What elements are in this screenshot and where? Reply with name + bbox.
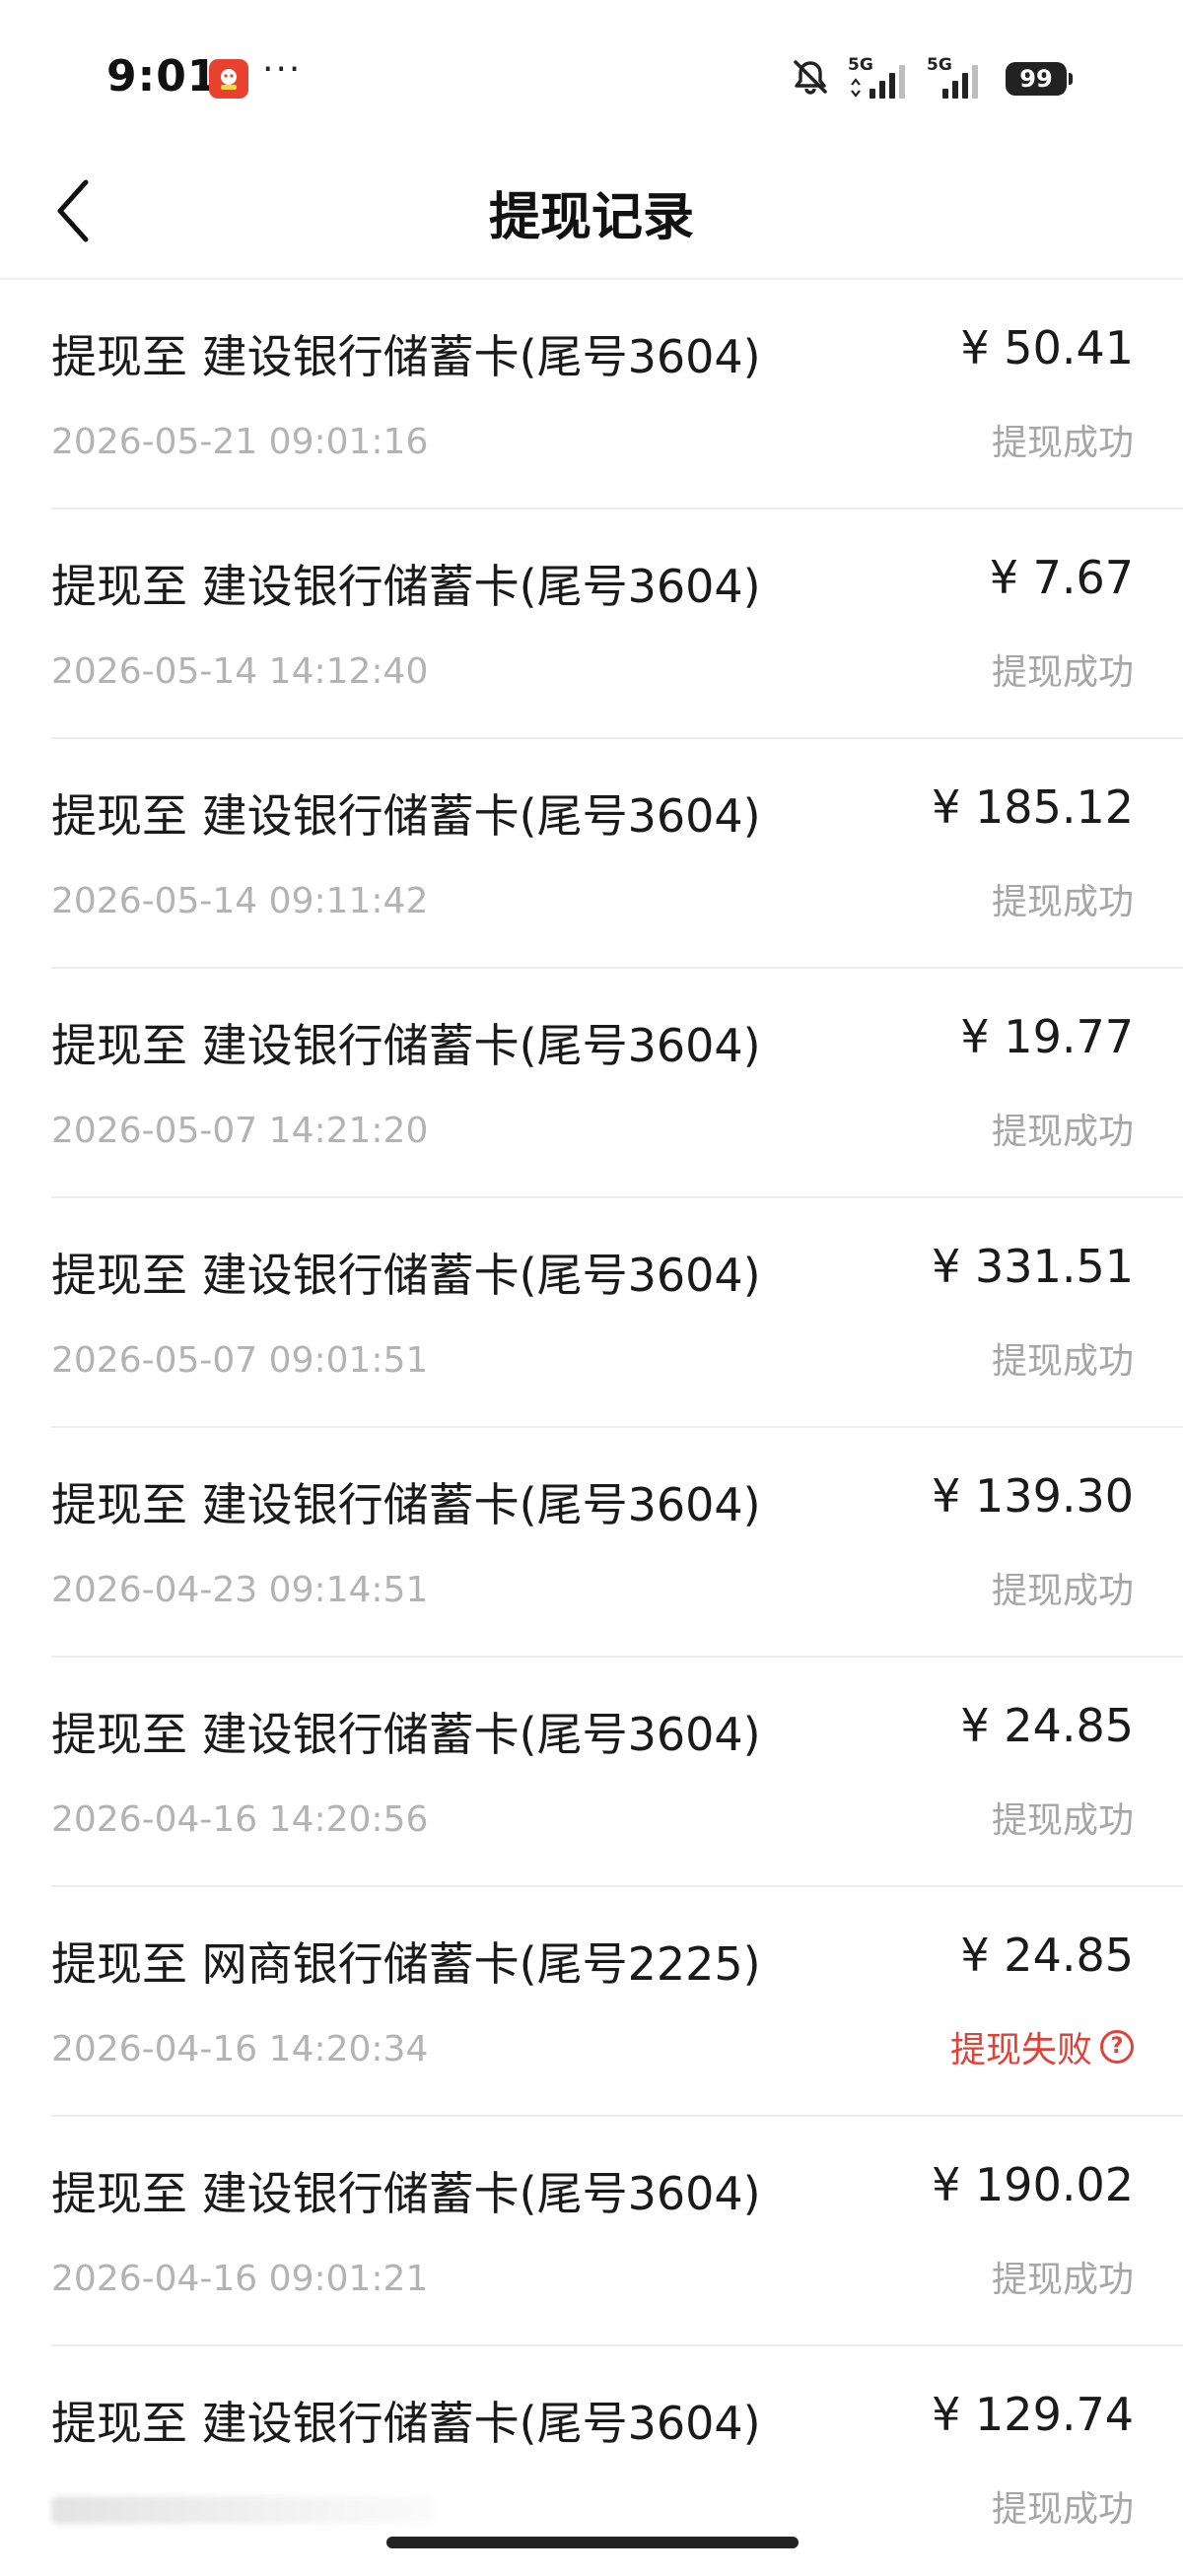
- page-title: 提现记录: [488, 188, 694, 247]
- withdrawal-record-row[interactable]: 提现至 建设银行储蓄卡(尾号3604) 2026-05-07 14:21:20 …: [51, 969, 1183, 1198]
- record-status-text: 提现成功: [991, 1341, 1134, 1382]
- record-status-text: 提现成功: [991, 423, 1134, 463]
- record-date: 2026-05-14 09:11:42: [51, 881, 429, 921]
- question-circle-icon[interactable]: ?: [1100, 2030, 1134, 2064]
- record-amount: ¥ 190.02: [932, 2158, 1134, 2211]
- record-status: 提现成功: [992, 1332, 1134, 1384]
- record-amount: ¥ 331.51: [932, 1240, 1134, 1293]
- withdrawal-record-row[interactable]: 提现至 建设银行储蓄卡(尾号3604) 2026-05-21 09:01:16 …: [51, 280, 1183, 509]
- app-notification-icon: [209, 59, 248, 99]
- record-date: 2026-04-23 09:14:51: [51, 1570, 429, 1610]
- status-time: 9:01: [106, 51, 219, 102]
- record-status: 提现成功: [992, 1103, 1134, 1154]
- record-amount: ¥ 24.85: [960, 1699, 1134, 1752]
- record-date: 2026-04-16 09:01:21: [51, 2259, 429, 2299]
- record-status-text: 提现成功: [991, 1571, 1134, 1611]
- home-indicator[interactable]: [386, 2537, 799, 2548]
- record-amount: ¥ 139.30: [932, 1469, 1134, 1523]
- record-date: 2026-04-16 14:20:56: [51, 1799, 429, 1840]
- record-amount: ¥ 19.77: [960, 1010, 1134, 1063]
- record-status: 提现成功: [992, 2251, 1134, 2302]
- record-amount: ¥ 185.12: [932, 780, 1134, 834]
- record-date: 2026-05-21 09:01:16: [51, 422, 429, 462]
- record-title: 提现至 网商银行储蓄卡(尾号2225): [51, 1937, 761, 1991]
- record-title: 提现至 建设银行储蓄卡(尾号3604): [51, 2167, 761, 2220]
- record-date: 2026-05-07 09:01:51: [51, 1340, 429, 1381]
- record-status: 提现成功: [992, 644, 1134, 695]
- withdrawal-record-row[interactable]: 提现至 建设银行储蓄卡(尾号3604) 2026-04-16 09:01:21 …: [51, 2117, 1183, 2346]
- record-status-text: 提现成功: [991, 882, 1134, 922]
- record-amount: ¥ 129.74: [932, 2388, 1134, 2441]
- record-status-text: 提现成功: [991, 2489, 1134, 2530]
- status-bar: 9:01 ··· 5G 5G 99: [0, 0, 1183, 148]
- withdrawal-record-row-failed[interactable]: 提现至 网商银行储蓄卡(尾号2225) 2026-04-16 14:20:34 …: [51, 1887, 1183, 2117]
- record-status-failed[interactable]: 提现失败 ?: [950, 2021, 1134, 2072]
- record-amount: ¥ 50.41: [960, 321, 1134, 374]
- record-title: 提现至 建设银行储蓄卡(尾号3604): [51, 1249, 761, 1302]
- withdrawal-record-row[interactable]: 提现至 建设银行储蓄卡(尾号3604) 2026-05-14 14:12:40 …: [51, 509, 1183, 739]
- record-status-text: 提现成功: [991, 2260, 1134, 2300]
- record-status-text: 提现成功: [991, 652, 1134, 693]
- cellular-signal-icon: 5G: [848, 55, 911, 102]
- record-amount: ¥ 7.67: [989, 551, 1134, 604]
- record-status: 提现成功: [992, 873, 1134, 924]
- record-status-text: 提现失败: [949, 2030, 1092, 2070]
- record-status: 提现成功: [992, 2480, 1134, 2532]
- record-title: 提现至 建设银行储蓄卡(尾号3604): [51, 2397, 761, 2450]
- status-indicators: 5G 5G 99: [789, 55, 1073, 102]
- record-title: 提现至 建设银行储蓄卡(尾号3604): [51, 1708, 761, 1761]
- withdrawal-record-row[interactable]: 提现至 建设银行储蓄卡(尾号3604) 2026-05-07 09:01:51 …: [51, 1198, 1183, 1428]
- record-date: 2026-04-16 14:20:34: [51, 2029, 429, 2069]
- withdrawal-record-row[interactable]: 提现至 建设银行储蓄卡(尾号3604) 2026-04-23 09:14:51 …: [51, 1428, 1183, 1658]
- record-title: 提现至 建设银行储蓄卡(尾号3604): [51, 560, 761, 613]
- nav-header: 提现记录: [0, 148, 1183, 280]
- record-title: 提现至 建设银行储蓄卡(尾号3604): [51, 1478, 761, 1531]
- record-title: 提现至 建设银行储蓄卡(尾号3604): [51, 789, 761, 843]
- withdrawal-record-row[interactable]: 提现至 建设银行储蓄卡(尾号3604) 2026-05-14 09:11:42 …: [51, 739, 1183, 969]
- cellular-signal-icon-2: 5G: [927, 55, 990, 102]
- record-title: 提现至 建设银行储蓄卡(尾号3604): [51, 1019, 761, 1072]
- record-date-obscured: [51, 2496, 436, 2524]
- record-status: 提现成功: [992, 414, 1134, 465]
- record-date: 2026-05-14 14:12:40: [51, 651, 429, 692]
- record-status-text: 提现成功: [991, 1112, 1134, 1152]
- bell-muted-icon: [789, 55, 832, 102]
- record-status-text: 提现成功: [991, 1800, 1134, 1841]
- record-title: 提现至 建设银行储蓄卡(尾号3604): [51, 330, 761, 383]
- more-notifications-icon: ···: [262, 49, 303, 90]
- record-date: 2026-05-07 14:21:20: [51, 1111, 429, 1151]
- battery-indicator: 99: [1006, 62, 1073, 96]
- record-amount: ¥ 24.85: [960, 1929, 1134, 1982]
- withdrawal-record-row[interactable]: 提现至 建设银行储蓄卡(尾号3604) 2026-04-16 14:20:56 …: [51, 1658, 1183, 1887]
- record-status: 提现成功: [992, 1792, 1134, 1843]
- record-status: 提现成功: [992, 1562, 1134, 1613]
- withdrawal-record-list: 提现至 建设银行储蓄卡(尾号3604) 2026-05-21 09:01:16 …: [0, 280, 1183, 2576]
